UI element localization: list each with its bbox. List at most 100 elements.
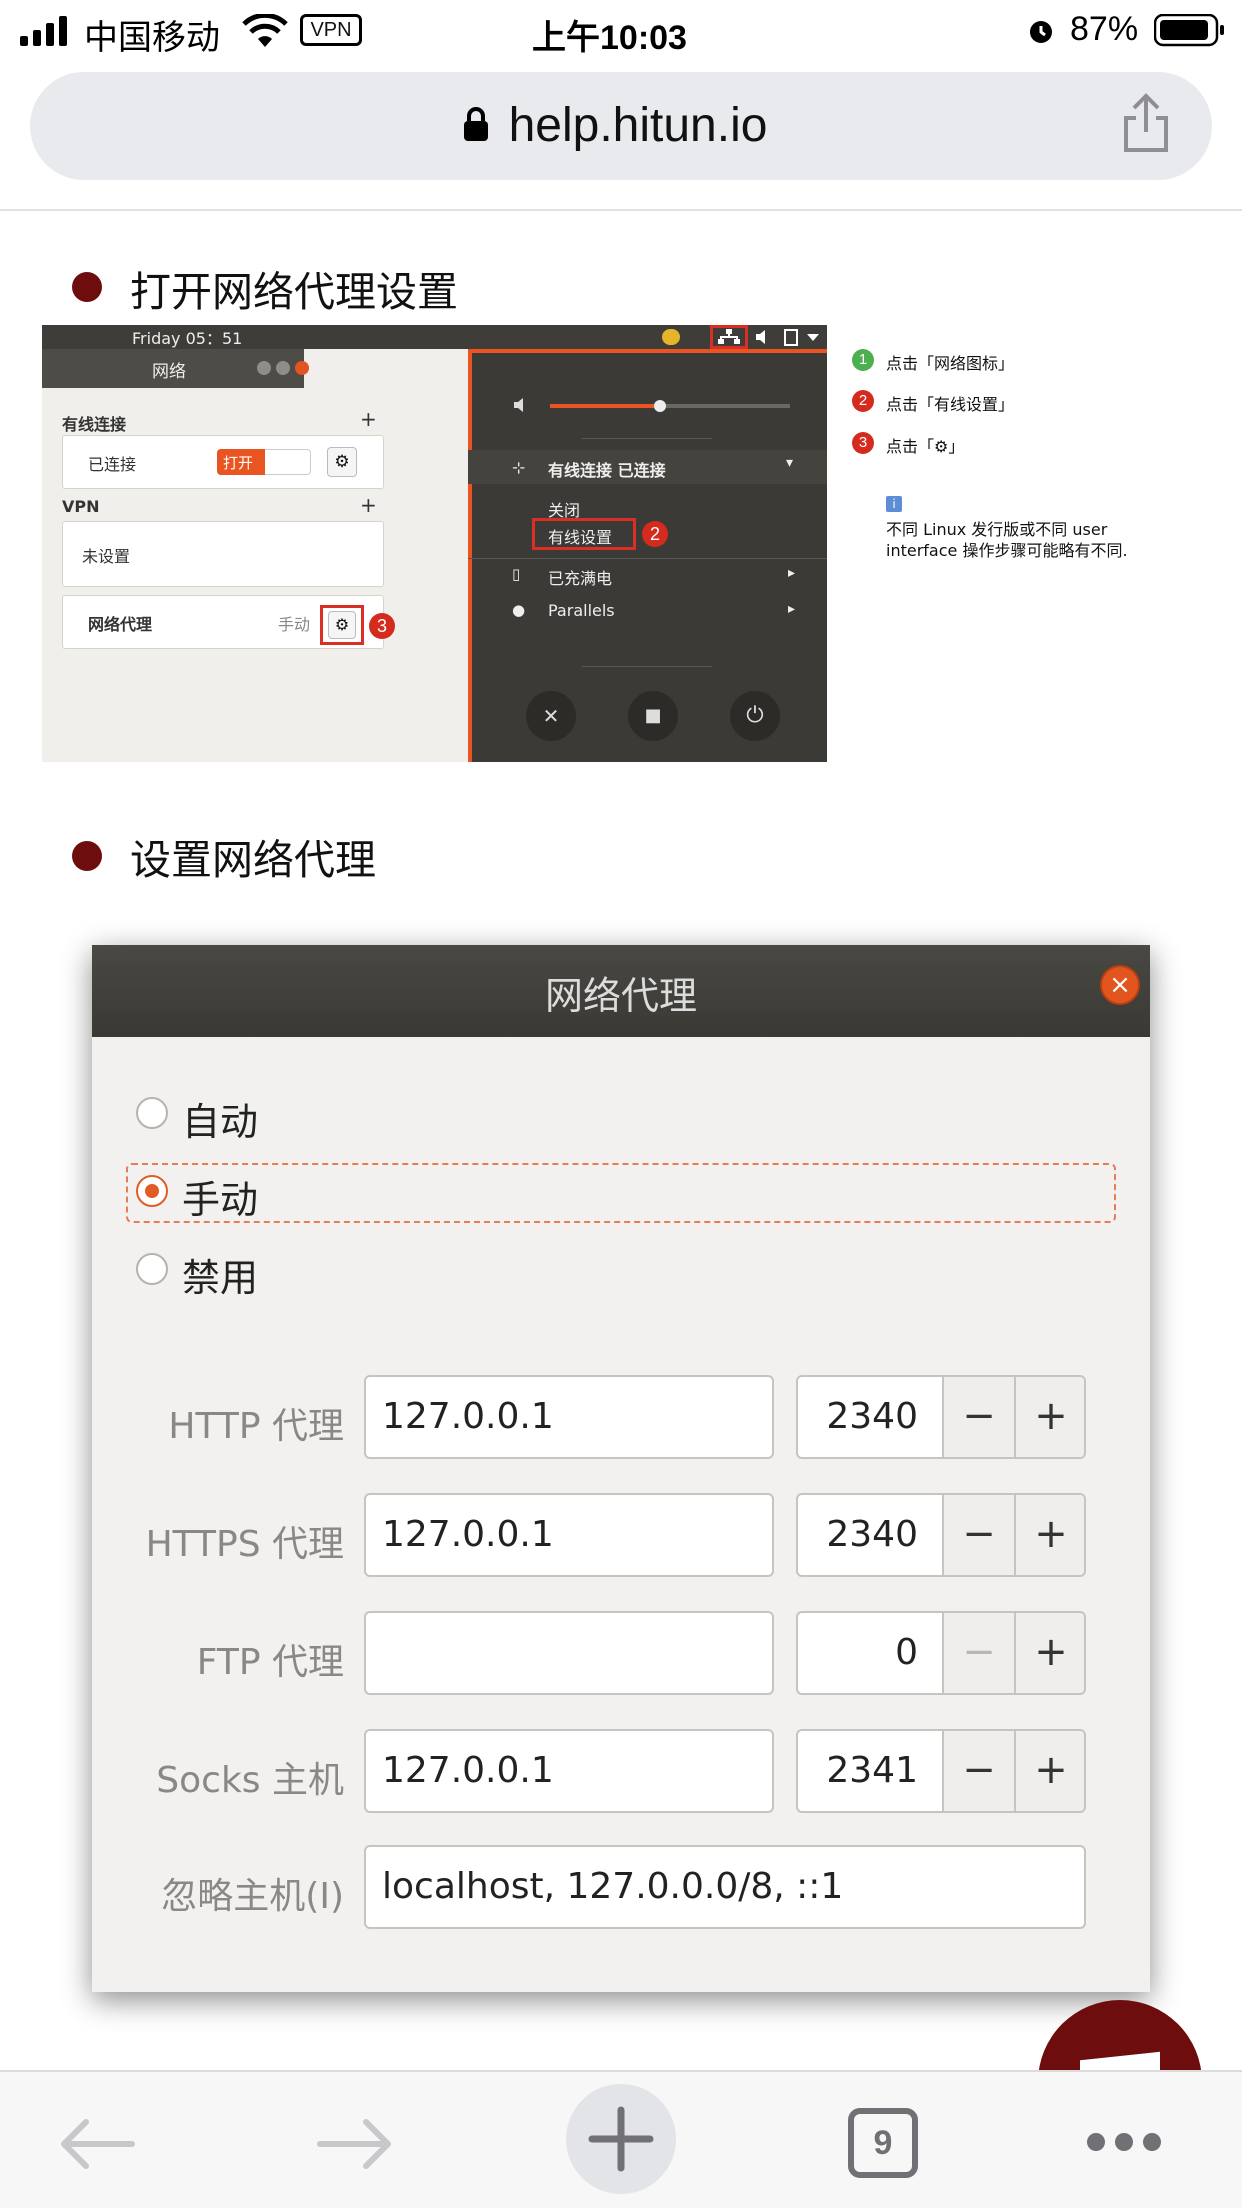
http-port-increment[interactable]: + xyxy=(1014,1377,1084,1457)
plus-icon xyxy=(588,2106,654,2172)
https-label: HTTPS 代理 xyxy=(145,1524,344,1565)
proxy-mode: 手动 xyxy=(278,615,311,634)
ftp-host-input[interactable] xyxy=(364,1611,774,1695)
power-icon: ⏻ xyxy=(730,691,780,741)
carrier-name: 中国移动 xyxy=(84,19,220,57)
header-divider xyxy=(0,209,1242,211)
https-host-input[interactable]: 127.0.0.1 xyxy=(364,1493,774,1577)
proxy-label: 网络代理 xyxy=(88,615,153,634)
volume-fill xyxy=(550,404,660,408)
more-icon[interactable] xyxy=(1084,2130,1164,2154)
close-button[interactable]: × xyxy=(1100,965,1140,1005)
legend-step1: 点击「网络图标」 xyxy=(886,354,1015,373)
forward-icon[interactable] xyxy=(316,2116,396,2172)
ignore-hosts-label: 忽略主机(I) xyxy=(161,1876,344,1917)
bullet xyxy=(72,841,102,871)
wifi-icon xyxy=(242,14,288,47)
wired-status: 已连接 xyxy=(88,455,137,474)
ftp-port-value[interactable]: 0 xyxy=(798,1613,928,1693)
caret-icon: ▾ xyxy=(786,455,794,471)
radio-manual[interactable] xyxy=(136,1175,168,1207)
step3-badge: 3 xyxy=(852,432,874,454)
maximize-icon xyxy=(276,361,290,375)
url-text: help.hitun.io xyxy=(508,99,768,152)
radio-auto[interactable] xyxy=(136,1097,168,1129)
battery-small-icon: ▯ xyxy=(512,565,521,583)
http-host-input[interactable]: 127.0.0.1 xyxy=(364,1375,774,1459)
dialog-title: 网络代理 xyxy=(544,974,697,1018)
socks-port-stepper: 2341 − + xyxy=(796,1729,1086,1813)
vpn-status: 未设置 xyxy=(82,547,131,566)
caret-icon xyxy=(807,334,819,341)
step2-badge: 2 xyxy=(852,390,874,412)
minimize-icon xyxy=(257,361,271,375)
ftp-port-decrement[interactable]: − xyxy=(942,1613,1014,1693)
https-port-value[interactable]: 2340 xyxy=(798,1495,928,1575)
gear-icon: ⚙ xyxy=(327,447,357,477)
step3-badge: 3 xyxy=(369,613,395,639)
volume-icon xyxy=(514,398,523,412)
http-label: HTTP 代理 xyxy=(168,1406,344,1447)
add-icon: + xyxy=(360,407,377,431)
focus-ring xyxy=(126,1163,1116,1223)
alarm-icon xyxy=(1030,21,1052,43)
http-port-decrement[interactable]: − xyxy=(942,1377,1014,1457)
ftp-port-increment[interactable]: + xyxy=(1014,1613,1084,1693)
http-port-value[interactable]: 2340 xyxy=(798,1377,928,1457)
ignore-hosts-input[interactable]: localhost, 127.0.0.0/8, ::1 xyxy=(364,1845,1086,1929)
share-icon[interactable] xyxy=(1120,92,1172,154)
network-settings-screenshot: Friday 05：51 1 网络 有线连接 + 已连接 打开 ⚙ VPN + … xyxy=(42,325,827,762)
chevron-right-icon: ▸ xyxy=(788,601,796,617)
legend-note-line2: interface 操作步骤可能略有不同. xyxy=(886,541,1128,560)
wired-header: 有线连接 xyxy=(62,415,127,434)
status-bar: 中国移动 VPN 上午10:03 87% xyxy=(0,0,1242,62)
volume-icon xyxy=(756,330,765,344)
legend-step2: 点击「有线设置」 xyxy=(886,395,1015,414)
browser-toolbar: 9 xyxy=(0,2070,1242,2208)
socks-port-increment[interactable]: + xyxy=(1014,1731,1084,1811)
separator xyxy=(582,666,712,667)
section-heading: 设置网络代理 xyxy=(130,836,376,884)
chevron-right-icon: ▸ xyxy=(788,565,796,581)
https-port-decrement[interactable]: − xyxy=(942,1495,1014,1575)
step2-badge: 2 xyxy=(642,521,668,547)
lock-icon: ■ xyxy=(628,691,678,741)
https-port-stepper: 2340 − + xyxy=(796,1493,1086,1577)
toggle-label: 打开 xyxy=(223,454,254,472)
info-icon: i xyxy=(886,496,902,512)
close-icon xyxy=(295,361,309,375)
battery-small-icon xyxy=(784,329,798,346)
user-icon: ● xyxy=(512,601,526,619)
gear-icon: ⚙ xyxy=(328,611,356,639)
add-icon: + xyxy=(360,493,377,517)
vpn-header: VPN xyxy=(62,497,100,516)
clock: 上午10:03 xyxy=(532,19,687,57)
tools-icon: ✕ xyxy=(526,691,576,741)
separator xyxy=(468,558,827,559)
radio-disabled[interactable] xyxy=(136,1253,168,1285)
vpn-badge: VPN xyxy=(300,14,362,46)
separator xyxy=(582,438,712,439)
menu-parallels: Parallels xyxy=(548,601,615,620)
network-proxy-dialog: 网络代理 × 自动 手动 禁用 HTTP 代理 127.0.0.1 2340 −… xyxy=(92,945,1150,1992)
socks-port-decrement[interactable]: − xyxy=(942,1731,1014,1811)
back-icon[interactable] xyxy=(56,2116,136,2172)
socks-host-input[interactable]: 127.0.0.1 xyxy=(364,1729,774,1813)
tabs-button[interactable]: 9 xyxy=(848,2108,918,2178)
network-icon: ⊹ xyxy=(512,458,526,477)
menu-wired-settings: 有线设置 xyxy=(548,528,613,547)
ftp-label: FTP 代理 xyxy=(196,1642,344,1683)
address-bar[interactable]: help.hitun.io xyxy=(30,72,1212,180)
https-port-increment[interactable]: + xyxy=(1014,1495,1084,1575)
socks-port-value[interactable]: 2341 xyxy=(798,1731,928,1811)
network-icon xyxy=(718,329,740,344)
volume-track xyxy=(660,404,790,408)
http-port-stepper: 2340 − + xyxy=(796,1375,1086,1459)
menu-wired: 有线连接 已连接 xyxy=(548,461,666,480)
volume-knob xyxy=(654,400,666,412)
radio-disabled-label: 禁用 xyxy=(182,1256,259,1300)
battery-percent: 87% xyxy=(1070,10,1139,48)
ftp-port-stepper: 0 − + xyxy=(796,1611,1086,1695)
radio-auto-label: 自动 xyxy=(182,1100,259,1144)
signal-icon xyxy=(20,16,67,46)
